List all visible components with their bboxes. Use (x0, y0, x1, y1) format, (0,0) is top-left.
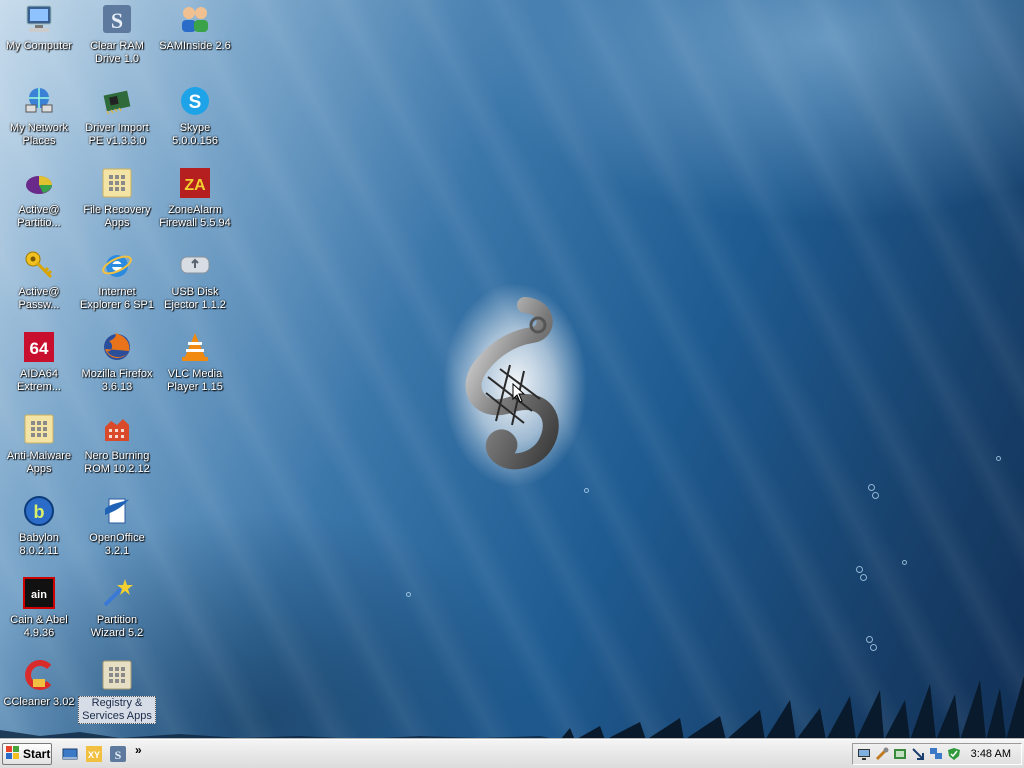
desktop-icon-vlc[interactable]: VLC Media Player 1.15 (156, 330, 234, 410)
desktop-icon-usb-ejector[interactable]: USB Disk Ejector 1.1.2 (156, 248, 234, 328)
folder-apps-icon (100, 658, 134, 692)
desktop-icon-label: Driver Import PE v1.3.3.0 (85, 122, 149, 147)
network-icon[interactable] (929, 747, 943, 761)
start-label: Start (23, 747, 51, 761)
firefox-icon (100, 330, 134, 364)
svg-text:ZA: ZA (184, 177, 206, 194)
svg-text:ain: ain (31, 589, 47, 601)
ram-drive-icon: S (100, 2, 134, 36)
svg-text:64: 64 (30, 339, 49, 358)
desktop-icon-label: Cain & Abel 4.9.36 (10, 614, 68, 639)
show-desktop-icon[interactable] (60, 744, 80, 764)
partition-pie-icon (22, 166, 56, 200)
desktop-icon-label: Clear RAM Drive 1.0 (90, 40, 144, 65)
key-icon (22, 248, 56, 282)
desktop-icon-my-computer[interactable]: My Computer (0, 2, 78, 82)
monitor-icon[interactable] (857, 747, 871, 761)
desktop-icon-driver-import[interactable]: Driver Import PE v1.3.3.0 (78, 84, 156, 164)
ram-drive-icon[interactable]: S (108, 744, 128, 764)
openoffice-icon (100, 494, 134, 528)
svg-text:b: b (34, 502, 45, 522)
network-icon (22, 84, 56, 118)
arrow-icon[interactable] (911, 747, 925, 761)
desktop-icon-label: ZoneAlarm Firewall 5.5.94 (159, 204, 231, 229)
desktop-icon-internet-explorer[interactable]: Internet Explorer 6 SP1 (78, 248, 156, 328)
desktop-icon-label: Mozilla Firefox 3.6.13 (81, 368, 153, 393)
taskbar: Start XY S » 3:48 AM (0, 739, 1024, 768)
desktop-icon-mozilla-firefox[interactable]: Mozilla Firefox 3.6.13 (78, 330, 156, 410)
svg-text:XY: XY (88, 750, 100, 760)
folder-apps-icon (100, 166, 134, 200)
shield-icon[interactable] (947, 747, 961, 761)
desktop-icon-ccleaner[interactable]: CCleaner 3.02 (0, 658, 78, 738)
desktop-icon-label: Active@ Partitio... (17, 204, 61, 229)
desktop-icon-label: Internet Explorer 6 SP1 (80, 286, 154, 311)
computer-icon (22, 2, 56, 36)
desktop-icon-file-recovery[interactable]: File Recovery Apps (78, 166, 156, 246)
babylon-icon: b (22, 494, 56, 528)
desktop-icon-label: My Network Places (9, 122, 69, 147)
xy-explorer-icon[interactable]: XY (84, 744, 104, 764)
desktop: My Computer My Network Places Active@ Pa… (0, 0, 1024, 740)
quick-launch-overflow-button[interactable]: » (135, 743, 142, 757)
desktop-icon-nero[interactable]: Nero Burning ROM 10.2.12 (78, 412, 156, 492)
desktop-icon-label: SAMInside 2.6 (159, 40, 231, 52)
desktop-icon-saminside[interactable]: SAMInside 2.6 (156, 2, 234, 82)
desktop-icon-label: Nero Burning ROM 10.2.12 (84, 450, 150, 475)
desktop-icon-active-partition[interactable]: Active@ Partitio... (0, 166, 78, 246)
svg-text:S: S (189, 92, 202, 113)
desktop-icon-babylon[interactable]: b Babylon 8.0.2.11 (0, 494, 78, 574)
tools-icon[interactable] (875, 747, 889, 761)
aida64-icon: 64 (22, 330, 56, 364)
desktop-icon-clear-ram[interactable]: S Clear RAM Drive 1.0 (78, 2, 156, 82)
desktop-icon-label: Babylon 8.0.2.11 (19, 532, 59, 557)
desktop-icon-active-password[interactable]: Active@ Passw... (0, 248, 78, 328)
start-button[interactable]: Start (2, 743, 52, 765)
desktop-icon-label: CCleaner 3.02 (3, 696, 75, 708)
desktop-icon-cain-abel[interactable]: ain Cain & Abel 4.9.36 (0, 576, 78, 656)
desktop-icon-skype[interactable]: S Skype 5.0.0.156 (156, 84, 234, 164)
desktop-icon-label: Partition Wizard 5.2 (90, 614, 144, 639)
desktop-icon-label: My Computer (5, 40, 73, 52)
desktop-icon-anti-malware[interactable]: Anti-Malware Apps (0, 412, 78, 492)
desktop-icon-label: Registry & Services Apps (78, 696, 156, 724)
folder-apps-icon (22, 412, 56, 446)
chip-icon (100, 84, 134, 118)
desktop-icon-label: OpenOffice 3.2.1 (89, 532, 145, 557)
svg-text:S: S (115, 748, 122, 762)
skype-icon: S (178, 84, 212, 118)
desktop-icon-openoffice[interactable]: OpenOffice 3.2.1 (78, 494, 156, 574)
desktop-icon-my-network-places[interactable]: My Network Places (0, 84, 78, 164)
wand-icon (100, 576, 134, 610)
mouse-cursor-icon (512, 383, 526, 403)
taskbar-clock[interactable]: 3:48 AM (971, 748, 1011, 760)
desktop-icon-label: USB Disk Ejector 1.1.2 (164, 286, 226, 311)
zonealarm-icon: ZA (178, 166, 212, 200)
desktop-icon-partition-wizard[interactable]: Partition Wizard 5.2 (78, 576, 156, 656)
desktop-icon-registry-services[interactable]: Registry & Services Apps (78, 658, 156, 738)
windows-flag-icon (6, 745, 20, 763)
vlc-cone-icon (178, 330, 212, 364)
users-icon (178, 2, 212, 36)
ccleaner-icon (22, 658, 56, 692)
device-icon[interactable] (893, 747, 907, 761)
ie-icon (100, 248, 134, 282)
usb-drive-icon (178, 248, 212, 282)
cain-icon: ain (22, 576, 56, 610)
desktop-icon-label: VLC Media Player 1.15 (167, 368, 223, 393)
desktop-icon-label: Anti-Malware Apps (6, 450, 72, 475)
svg-text:S: S (111, 8, 123, 33)
desktop-icon-zonealarm[interactable]: ZA ZoneAlarm Firewall 5.5.94 (156, 166, 234, 246)
desktop-icon-aida64[interactable]: 64 AIDA64 Extrem... (0, 330, 78, 410)
desktop-icon-label: AIDA64 Extrem... (16, 368, 61, 393)
system-tray: 3:48 AM (852, 743, 1022, 765)
nero-icon (100, 412, 134, 446)
desktop-icon-label: Skype 5.0.0.156 (172, 122, 218, 147)
desktop-icon-label: File Recovery Apps (83, 204, 151, 229)
desktop-icon-label: Active@ Passw... (18, 286, 60, 311)
